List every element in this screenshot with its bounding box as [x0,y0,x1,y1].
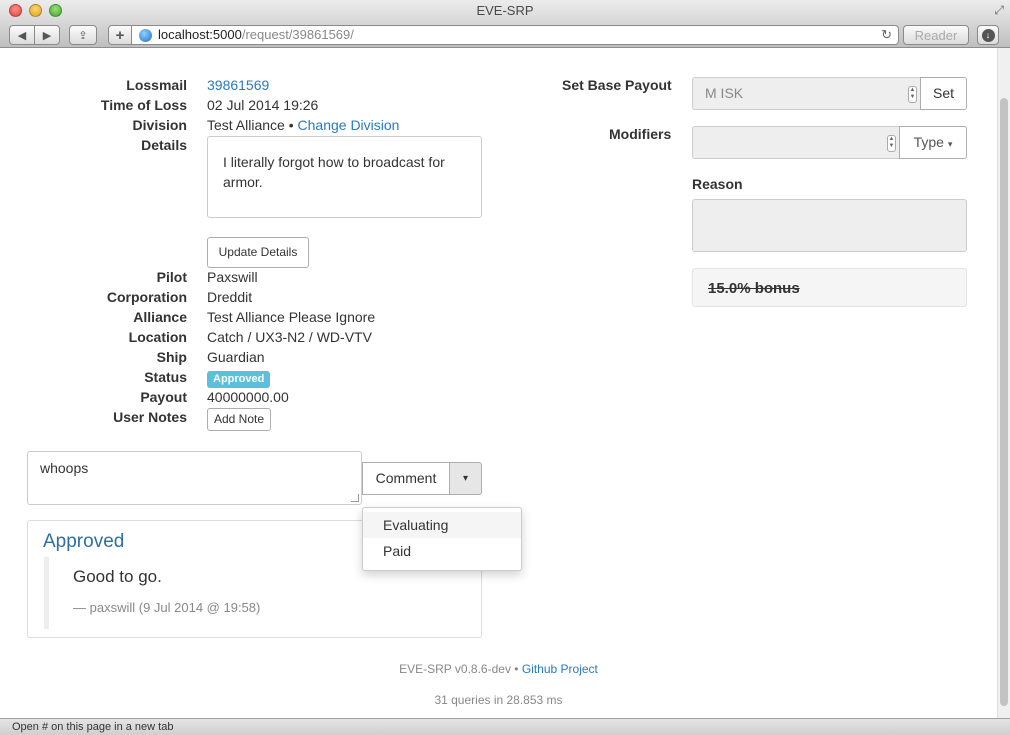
forward-arrow-icon: ▶ [42,29,52,42]
status-label: Status [144,369,187,385]
vertical-scrollbar[interactable] [997,48,1010,718]
alliance-value: Test Alliance Please Ignore [207,309,376,325]
division-value: Test Alliance [207,117,285,133]
window-titlebar: EVE-SRP ⤢ [0,0,1010,22]
scrollbar-thumb[interactable] [1000,98,1008,706]
reader-button[interactable]: Reader [903,25,969,45]
pilot-label: Pilot [156,269,187,285]
base-payout-input[interactable]: M ISK ▲ ▼ [692,77,921,110]
add-bookmark-button[interactable]: + [108,25,132,45]
payout-value: 40000000.00 [207,389,289,405]
caret-down-icon: ▾ [462,473,469,484]
reason-label: Reason [692,176,743,192]
modifier-input[interactable]: ▲ ▼ [692,126,900,159]
division-value-row: Test Alliance • Change Division [207,117,399,133]
comment-textarea[interactable]: whoops [27,451,362,505]
menu-item-paid[interactable]: Paid [363,538,521,564]
pilot-value: Paxswill [207,269,258,285]
url-host: localhost:5000 [158,27,242,42]
window-title: EVE-SRP [476,3,534,18]
stepper-icon[interactable]: ▲ ▼ [908,86,917,103]
modifier-type-dropdown[interactable]: Type ▾ [899,126,967,159]
page-content: Lossmail 39861569 Time of Loss 02 Jul 20… [0,48,997,718]
address-bar[interactable]: localhost:5000/request/39861569/ ↻ [131,25,899,45]
reload-icon[interactable]: ↻ [881,26,892,44]
comment-text: whoops [40,460,89,476]
set-payout-button[interactable]: Set [920,77,967,110]
minimize-window-button[interactable] [29,4,42,17]
fullscreen-icon[interactable]: ⤢ [994,3,1004,17]
type-label: Type [913,134,944,150]
details-text: I literally forgot how to broadcast for … [223,154,445,190]
voided-bonus-modifier[interactable]: 15.0% bonus [708,280,800,297]
version-text: EVE-SRP v0.8.6-dev [399,662,511,676]
menu-item-evaluating[interactable]: Evaluating [363,512,521,538]
action-author: — paxswill (9 Jul 2014 @ 19:58) [73,600,261,615]
footer-version-line: EVE-SRP v0.8.6-dev • Github Project [0,662,997,676]
base-payout-placeholder: M ISK [705,85,744,101]
details-text-box[interactable]: I literally forgot how to broadcast for … [207,136,482,218]
modifier-well: 15.0% bonus [692,268,967,307]
location-value: Catch / UX3-N2 / WD-VTV [207,329,372,345]
stepper-icon[interactable]: ▲ ▼ [887,135,896,152]
back-button[interactable]: ◀ [9,25,35,45]
division-separator: • [288,117,294,133]
zoom-window-button[interactable] [49,4,62,17]
browser-toolbar: ◀ ▶ ⇪ + localhost:5000/request/39861569/… [0,22,1010,48]
change-division-link[interactable]: Change Division [298,117,400,133]
forward-button[interactable]: ▶ [34,25,60,45]
back-arrow-icon: ◀ [17,29,27,42]
downloads-button[interactable]: ↓ [977,25,999,45]
update-details-button[interactable]: Update Details [207,237,309,268]
time-of-loss-label: Time of Loss [100,97,187,113]
lossmail-link[interactable]: 39861569 [207,77,269,93]
corporation-value: Dreddit [207,289,253,305]
resize-grip-icon[interactable] [351,494,359,502]
share-button[interactable]: ⇪ [69,25,97,45]
modifiers-label: Modifiers [609,126,672,142]
url-path: /request/39861569/ [241,27,354,42]
query-stats: 31 queries in 28.853 ms [434,693,563,707]
footer-separator: • [514,662,519,676]
corporation-label: Corporation [106,289,187,305]
status-badge: Approved [207,371,271,388]
ship-value: Guardian [207,349,265,365]
action-title: Approved [43,531,125,552]
user-notes-label: User Notes [113,409,187,425]
lossmail-label: Lossmail [126,77,187,93]
payout-label: Payout [140,389,187,405]
reason-textarea[interactable] [692,199,967,252]
share-icon: ⇪ [78,29,88,42]
details-label: Details [141,137,187,153]
close-window-button[interactable] [9,4,22,17]
time-of-loss-value: 02 Jul 2014 19:26 [207,97,319,113]
caret-down-icon: ▾ [947,139,953,149]
plus-icon: + [115,26,125,44]
add-note-button[interactable]: Add Note [207,408,271,431]
location-label: Location [128,329,187,345]
ship-label: Ship [156,349,187,365]
globe-icon [139,29,152,42]
download-icon: ↓ [981,28,995,42]
division-label: Division [132,117,187,133]
action-dropdown-toggle[interactable]: ▾ [449,462,482,495]
set-base-payout-label: Set Base Payout [562,77,672,93]
action-dropdown-menu: Evaluating Paid [362,507,522,571]
comment-button[interactable]: Comment [362,462,450,495]
status-bar: Open # on this page in a new tab [0,718,1010,735]
github-link[interactable]: Github Project [522,662,598,676]
alliance-label: Alliance [133,309,187,325]
action-comment: Good to go. [73,567,162,586]
